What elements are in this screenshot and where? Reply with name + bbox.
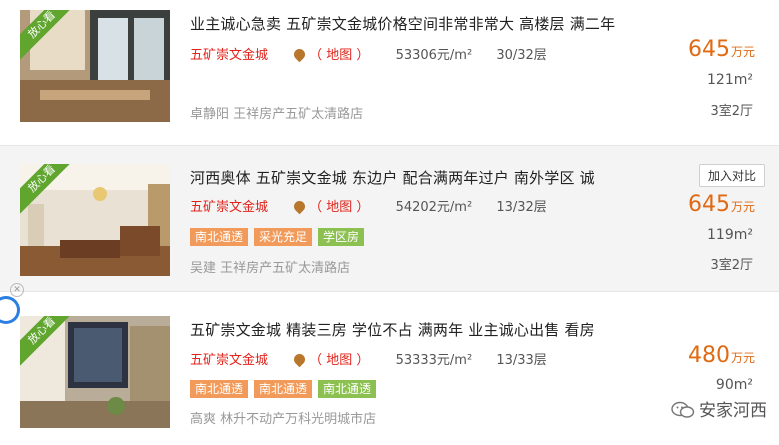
community-link[interactable]: 五矿崇文金城 [190, 48, 268, 63]
listing-title[interactable]: 业主诚心急卖 五矿崇文金城价格空间非常非常大 高楼层 满二年 [190, 13, 615, 34]
community-link[interactable]: 五矿崇文金城 [190, 353, 268, 368]
wechat-icon [671, 401, 695, 418]
room-layout: 3室2厅 [710, 258, 753, 273]
listing-photo[interactable]: 放心看 [20, 316, 170, 428]
map-link[interactable]: （ 地图 ） [288, 198, 370, 215]
price-value: 645 [687, 37, 730, 62]
map-label: （ 地图 ） [309, 200, 370, 215]
feature-tag: 南北通透 [254, 380, 313, 398]
wechat-watermark: 安家河西 [671, 396, 767, 421]
tag-list: 南北通透 采光充足 学区房 [190, 226, 370, 246]
map-pin-icon [291, 351, 308, 368]
unit-price: 53306元/m² [395, 48, 473, 63]
map-label: （ 地图 ） [309, 353, 370, 368]
listing-meta: 五矿崇文金城 （ 地图 ） 53333元/m² 13/33层 [190, 349, 547, 368]
price-unit: 万元 [730, 351, 755, 365]
agent-info: 卓静阳 王祥房产五矿太清路店 [190, 107, 364, 122]
feature-tag: 南北通透 [190, 380, 249, 398]
listing-card[interactable]: 放心看 五矿崇文金城 精装三房 学位不占 满两年 业主诚心出售 看房 五矿崇文金… [0, 300, 779, 445]
listing-title[interactable]: 河西奥体 五矿崇文金城 东边户 配合满两年过户 南外学区 诚 [190, 167, 595, 188]
feature-tag: 学区房 [318, 228, 365, 246]
total-price: 645万元 [688, 192, 755, 217]
floor-info: 13/33层 [496, 353, 547, 368]
agent-info: 吴建 王祥房产五矿太清路店 [190, 261, 351, 276]
price-unit: 万元 [730, 45, 755, 59]
price-unit: 万元 [730, 200, 755, 214]
watermark-text: 安家河西 [699, 401, 767, 421]
price-value: 645 [687, 192, 730, 217]
listing-card[interactable]: 放心看 河西奥体 五矿崇文金城 东边户 配合满两年过户 南外学区 诚 加入对比 … [0, 145, 779, 292]
map-link[interactable]: （ 地图 ） [288, 351, 370, 368]
tag-list: 南北通透 南北通透 南北通透 [190, 378, 382, 398]
listing-title[interactable]: 五矿崇文金城 精装三房 学位不占 满两年 业主诚心出售 看房 [190, 319, 595, 340]
map-pin-icon [291, 46, 308, 63]
price-value: 480 [687, 343, 730, 368]
map-label: （ 地图 ） [309, 48, 370, 63]
room-layout: 3室2厅 [710, 104, 753, 119]
community-link[interactable]: 五矿崇文金城 [190, 200, 268, 215]
feature-tag: 采光充足 [254, 228, 313, 246]
area: 90m² [715, 377, 753, 393]
floor-info: 30/32层 [496, 48, 547, 63]
area: 121m² [707, 72, 753, 88]
total-price: 480万元 [688, 343, 755, 368]
feature-tag: 南北通透 [190, 228, 249, 246]
area: 119m² [707, 227, 753, 243]
listing-photo[interactable]: 放心看 [20, 10, 170, 122]
listing-card[interactable]: 放心看 业主诚心急卖 五矿崇文金城价格空间非常非常大 高楼层 满二年 五矿崇文金… [0, 0, 779, 145]
map-link[interactable]: （ 地图 ） [288, 46, 370, 63]
close-icon[interactable]: ✕ [10, 283, 24, 297]
total-price: 645万元 [688, 37, 755, 62]
unit-price: 54202元/m² [395, 200, 473, 215]
feature-tag: 南北通透 [318, 380, 377, 398]
add-to-compare-button[interactable]: 加入对比 [698, 164, 765, 187]
listing-photo[interactable]: 放心看 [20, 164, 170, 276]
floor-info: 13/32层 [496, 200, 547, 215]
unit-price: 53333元/m² [395, 353, 473, 368]
listing-meta: 五矿崇文金城 （ 地图 ） 53306元/m² 30/32层 [190, 44, 547, 63]
listing-meta: 五矿崇文金城 （ 地图 ） 54202元/m² 13/32层 [190, 196, 547, 215]
map-pin-icon [291, 198, 308, 215]
agent-info: 高爽 林升不动产万科光明城市店 [190, 412, 377, 427]
